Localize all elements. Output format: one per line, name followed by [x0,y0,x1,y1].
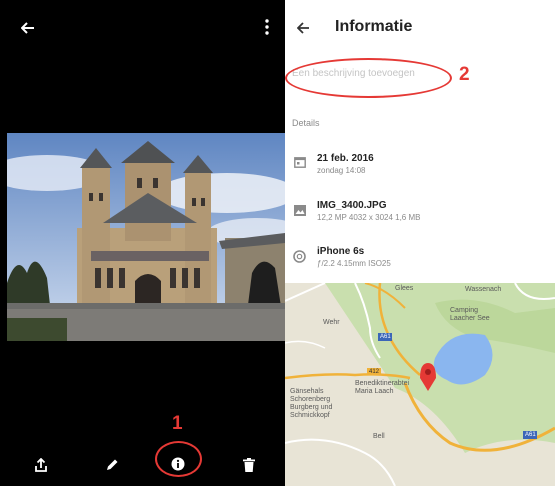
annotation-number-2: 2 [459,64,470,85]
photo-image[interactable] [7,133,285,341]
map-label-abbey: Benediktinerabtei Maria Laach [355,380,410,395]
location-map[interactable]: Glees Wassenach Camping Laacher See Wehr… [285,283,555,486]
back-arrow-icon[interactable] [18,18,38,38]
info-title: Informatie [335,18,413,35]
annotation-ellipse-1 [155,441,202,477]
map-label-bell: Bell [373,433,385,440]
date-sub-text: zondag 14:08 [317,166,366,175]
trash-icon[interactable] [238,454,260,476]
map-label-gaensehals: Gänsehals Schorenberg Burgberg und Schmi… [290,388,333,419]
map-road-412: 412 [369,369,380,375]
file-meta-text: 12,2 MP 4032 x 3024 1,6 MB [317,213,421,222]
info-back-arrow-icon[interactable] [295,20,311,36]
camera-model-text: iPhone 6s [317,246,365,257]
map-label-glees: Glees [395,285,414,292]
annotation-number-1: 1 [172,413,183,434]
camera-settings-text: ƒ/2.2 4.15mm ISO25 [317,259,391,268]
map-label-camping: Camping Laacher See [450,307,490,322]
pencil-icon[interactable] [101,454,123,476]
aperture-icon [292,249,307,264]
map-road-a61: A61 [380,334,391,340]
file-name-text: IMG_3400.JPG [317,200,387,211]
map-road-a61-south: A61 [525,432,536,438]
details-header: Details [292,118,320,128]
share-icon[interactable] [30,454,52,476]
calendar-icon [293,155,307,169]
date-text: 21 feb. 2016 [317,153,374,164]
image-icon [293,203,307,217]
map-label-wassenach: Wassenach [465,286,502,293]
annotation-ellipse-2 [285,58,452,98]
map-label-wehr: Wehr [323,319,340,326]
more-vert-icon[interactable] [258,16,276,38]
